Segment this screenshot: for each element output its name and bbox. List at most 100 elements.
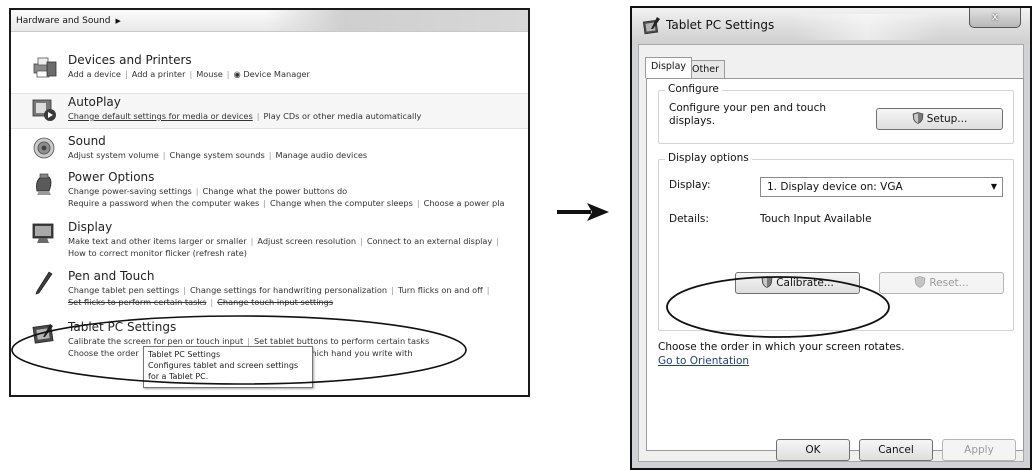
orientation-text: Choose the order in which your screen ro… [658,341,905,353]
category-links: How to correct monitor flicker (refresh … [68,247,247,259]
category-links: Adjust system volume | Change system sound… [68,150,368,160]
link-change-power-saving-settings[interactable]: Change power-saving settings [68,186,192,196]
link-change-tablet-pen-settings[interactable]: Change tablet pen settings [68,285,179,295]
link-add-a-printer[interactable]: Add a printer [132,69,186,79]
category-title[interactable]: AutoPlay [68,94,121,110]
category-title[interactable]: Devices and Printers [68,52,192,68]
category-title[interactable]: Power Options [68,169,154,185]
category-links: Add a device | Add a printer | Mouse | ◉ Devic… [68,69,310,79]
speaker-icon[interactable] [31,135,57,161]
setup-button-label: Setup... [926,113,968,125]
link-which-hand[interactable]: which hand you write with [305,348,413,358]
chevron-down-icon: ▼ [990,182,997,191]
link-play-cds[interactable]: Play CDs or other media automatically [263,111,421,121]
display-options-group: Display options Display: 1. Display devi… [658,152,1014,331]
dialog-title: Tablet PC Settings [666,18,775,32]
shield-icon [914,276,926,288]
category-links: Require a password when the computer wak… [68,198,505,208]
category-links: Make text and other items larger or smal… [68,236,500,246]
cancel-button[interactable]: Cancel [859,439,933,461]
link-choose-order[interactable]: Choose the order [68,348,139,358]
link-adjust-system-volume[interactable]: Adjust system volume [68,150,159,160]
link-handwriting-personalization[interactable]: Change settings for handwriting personal… [190,285,387,295]
link-device-manager[interactable]: Device Manager [243,69,310,79]
configure-text: displays. [669,115,716,127]
link-change-default-settings[interactable]: Change default settings for media or dev… [68,111,253,121]
pen-icon[interactable] [31,270,57,296]
link-correct-monitor-flicker[interactable]: How to correct monitor flicker (refresh … [68,248,247,258]
tablet-icon[interactable] [31,321,57,347]
printer-icon[interactable] [31,54,57,80]
reset-button[interactable]: Reset... [879,272,1004,294]
tooltip-title: Tablet PC Settings [148,350,221,359]
battery-icon[interactable] [31,171,57,197]
link-manage-audio-devices[interactable]: Manage audio devices [276,150,368,160]
shield-icon [912,112,924,124]
link-adjust-screen-resolution[interactable]: Adjust screen resolution [257,236,356,246]
tab-panel-display: Configure Configure your pen and touch d… [646,78,1024,451]
autoplay-icon[interactable] [31,96,57,122]
link-mouse[interactable]: Mouse [196,69,223,79]
category-links: Change tablet pen settings | Change settin… [68,285,490,295]
dialog-body: Display Other Configure Configure your p… [638,44,1024,462]
tab-display[interactable]: Display [645,57,693,78]
breadcrumb-arrow-icon[interactable]: ▶ [115,17,120,25]
tablet-icon [642,17,660,35]
link-change-system-sounds[interactable]: Change system sounds [170,150,265,160]
title-bar[interactable]: Tablet PC Settings x [632,8,1030,44]
link-change-touch-input-settings[interactable]: Change touch input settings [217,297,333,307]
group-legend: Configure [665,83,722,95]
breadcrumb[interactable]: Hardware and Sound ▶ [11,10,528,32]
display-select[interactable]: 1. Display device on: VGA ▼ [760,177,1003,197]
shield-icon: ◉ [233,69,241,79]
link-require-password-on-wake[interactable]: Require a password when the computer wak… [68,198,259,208]
link-set-flicks[interactable]: Set flicks to perform certain tasks [68,297,206,307]
details-value: Touch Input Available [760,213,872,225]
category-display: Display Make text and other items larger… [11,219,528,259]
link-turn-flicks-on-off[interactable]: Turn flicks on and off [398,285,483,295]
link-change-power-buttons[interactable]: Change what the power buttons do [203,186,348,196]
reset-button-label: Reset... [929,277,969,289]
category-links: Change power-saving settings | Change what… [68,186,348,196]
tablet-pc-settings-dialog: Tablet PC Settings x Display Other Confi… [630,6,1032,470]
category-power-options: Power Options Change power-saving settin… [11,169,528,209]
control-panel-window: Hardware and Sound ▶ Devices and Printers… [9,8,530,397]
link-connect-external-display[interactable]: Connect to an external display [367,236,492,246]
calibrate-button[interactable]: Calibrate... [735,272,860,294]
category-title[interactable]: Display [68,219,112,235]
category-pen-and-touch: Pen and Touch Change tablet pen settings… [11,268,528,308]
configure-text: Configure your pen and touch [669,102,827,114]
category-title[interactable]: Sound [68,133,106,149]
setup-button[interactable]: Setup... [876,108,1003,130]
category-title[interactable]: Pen and Touch [68,268,154,284]
go-to-orientation-link[interactable]: Go to Orientation [658,355,749,367]
breadcrumb-item-hardware-and-sound[interactable]: Hardware and Sound [16,16,110,26]
calibrate-button-label: Calibrate... [776,277,834,289]
display-label: Display: [669,179,711,191]
link-choose-power-plan[interactable]: Choose a power pla [424,198,505,208]
shield-icon [761,276,773,288]
arrow-right-icon [557,203,609,221]
category-devices-and-printers: Devices and Printers Add a device | Add a … [11,52,528,92]
category-title[interactable]: Tablet PC Settings [68,319,176,335]
category-links: Set flicks to perform certain tasks | Chan… [68,297,334,307]
configure-group: Configure Configure your pen and touch d… [658,83,1014,144]
category-sound: Sound Adjust system volume | Change system… [11,133,528,173]
tooltip-line: Configures tablet and screen settings [148,361,299,370]
tooltip-line: for a Tablet PC. [148,372,209,381]
close-button[interactable]: x [969,8,1021,28]
tooltip: Tablet PC Settings Configures tablet and… [143,346,313,388]
link-calibrate-screen[interactable]: Calibrate the screen for pen or touch in… [68,336,243,346]
apply-button[interactable]: Apply [942,439,1016,461]
category-links: Change default settings for media or dev… [68,111,422,121]
link-add-a-device[interactable]: Add a device [68,69,121,79]
monitor-icon[interactable] [31,221,57,247]
link-change-when-computer-sleeps[interactable]: Change when the computer sleeps [270,198,413,208]
display-select-value: 1. Display device on: VGA [767,181,903,193]
group-legend: Display options [665,152,752,164]
link-set-tablet-buttons[interactable]: Set tablet buttons to perform certain ta… [254,336,429,346]
ok-button[interactable]: OK [776,439,850,461]
link-make-text-larger[interactable]: Make text and other items larger or smal… [68,236,247,246]
details-label: Details: [669,213,709,225]
category-autoplay: AutoPlay Change default settings for med… [11,93,528,129]
